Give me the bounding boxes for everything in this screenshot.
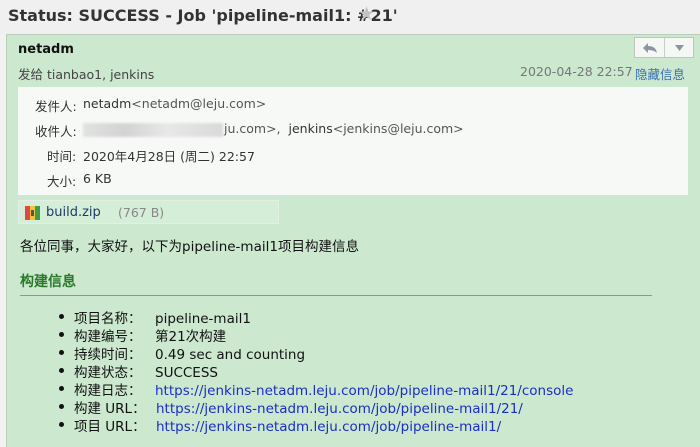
- list-item: 构建 URL： https://jenkins-netadm.leju.com/j…: [59, 397, 573, 417]
- attachment-name[interactable]: build.zip: [46, 205, 101, 220]
- reply-button[interactable]: [635, 38, 664, 57]
- bullet: [59, 314, 64, 319]
- reply-button-group: [634, 37, 694, 58]
- bullet: [59, 332, 64, 337]
- list-item: 构建编号： 第21次构建: [59, 325, 573, 345]
- attachment-size: (767 B): [118, 205, 165, 220]
- from-email: <netadm@leju.com>: [131, 96, 267, 111]
- subject-bar: Status: SUCCESS - Job 'pipeline-mail1: #…: [0, 0, 700, 34]
- project-url-link[interactable]: https://jenkins-netadm.leju.com/job/pipe…: [156, 419, 501, 435]
- bullet: [59, 386, 64, 391]
- size-value: 6 KB: [83, 171, 112, 186]
- to-email-fragment: ju.com>,: [224, 121, 281, 136]
- email-details-panel: 发件人: netadm<netadm@leju.com> 收件人: ju.com…: [18, 87, 688, 195]
- info-key: 构建日志：: [74, 383, 142, 399]
- hide-details-link[interactable]: 隐藏信息: [635, 64, 685, 83]
- to-email-2: <jenkins@leju.com>: [332, 121, 464, 136]
- bullet: [59, 368, 64, 373]
- attachment-item[interactable]: build.zip (767 B): [18, 200, 279, 224]
- bullet: [59, 350, 64, 355]
- sender-name[interactable]: netadm: [18, 42, 74, 57]
- greeting-text: 各位同事，大家好，以下为pipeline-mail1项目构建信息: [20, 239, 359, 255]
- info-key: 构建编号：: [74, 329, 142, 345]
- info-key: 持续时间：: [74, 347, 142, 363]
- email-date: 2020-04-28 22:57: [520, 64, 633, 79]
- list-item: 持续时间： 0.49 sec and counting: [59, 343, 573, 363]
- info-key: 项目 URL：: [74, 419, 146, 435]
- more-actions-button[interactable]: [664, 38, 693, 57]
- list-item: 构建日志： https://jenkins-netadm.leju.com/job…: [59, 379, 573, 399]
- from-value: netadm<netadm@leju.com>: [83, 96, 266, 111]
- to-label: 收件人:: [35, 124, 77, 139]
- size-label: 大小:: [47, 174, 77, 189]
- email-view: netadm 发给 tianbao1, jenkins 2020-04-28 2…: [6, 34, 700, 447]
- list-item: 构建状态： SUCCESS: [59, 361, 573, 381]
- from-label: 发件人:: [35, 99, 77, 114]
- recipients-summary: 发给 tianbao1, jenkins: [18, 67, 155, 82]
- build-info-list: 项目名称： pipeline-mail1 构建编号： 第21次构建 持续时间： 0.4…: [59, 307, 573, 435]
- section-title: 构建信息: [20, 274, 76, 290]
- info-key: 构建 URL：: [74, 401, 146, 417]
- chevron-down-icon: [674, 44, 684, 51]
- star-icon[interactable]: ★: [358, 3, 375, 25]
- email-subject: Status: SUCCESS - Job 'pipeline-mail1: #…: [8, 6, 398, 25]
- info-key: 项目名称：: [74, 311, 142, 327]
- to-name-2[interactable]: jenkins: [289, 121, 333, 136]
- zip-file-icon: [25, 206, 40, 220]
- to-value: ju.com>, jenkins<jenkins@leju.com>: [83, 121, 464, 137]
- redacted-recipient: [83, 122, 223, 137]
- divider: [20, 295, 652, 296]
- bullet: [59, 404, 64, 409]
- bullet: [59, 422, 64, 427]
- time-label: 时间:: [47, 149, 77, 164]
- time-value: 2020年4月28日 (周二) 22:57: [83, 149, 255, 164]
- from-name[interactable]: netadm: [83, 96, 131, 111]
- list-item: 项目 URL： https://jenkins-netadm.leju.com/j…: [59, 415, 573, 435]
- info-key: 构建状态：: [74, 365, 142, 381]
- list-item: 项目名称： pipeline-mail1: [59, 307, 573, 327]
- reply-icon: [642, 42, 657, 53]
